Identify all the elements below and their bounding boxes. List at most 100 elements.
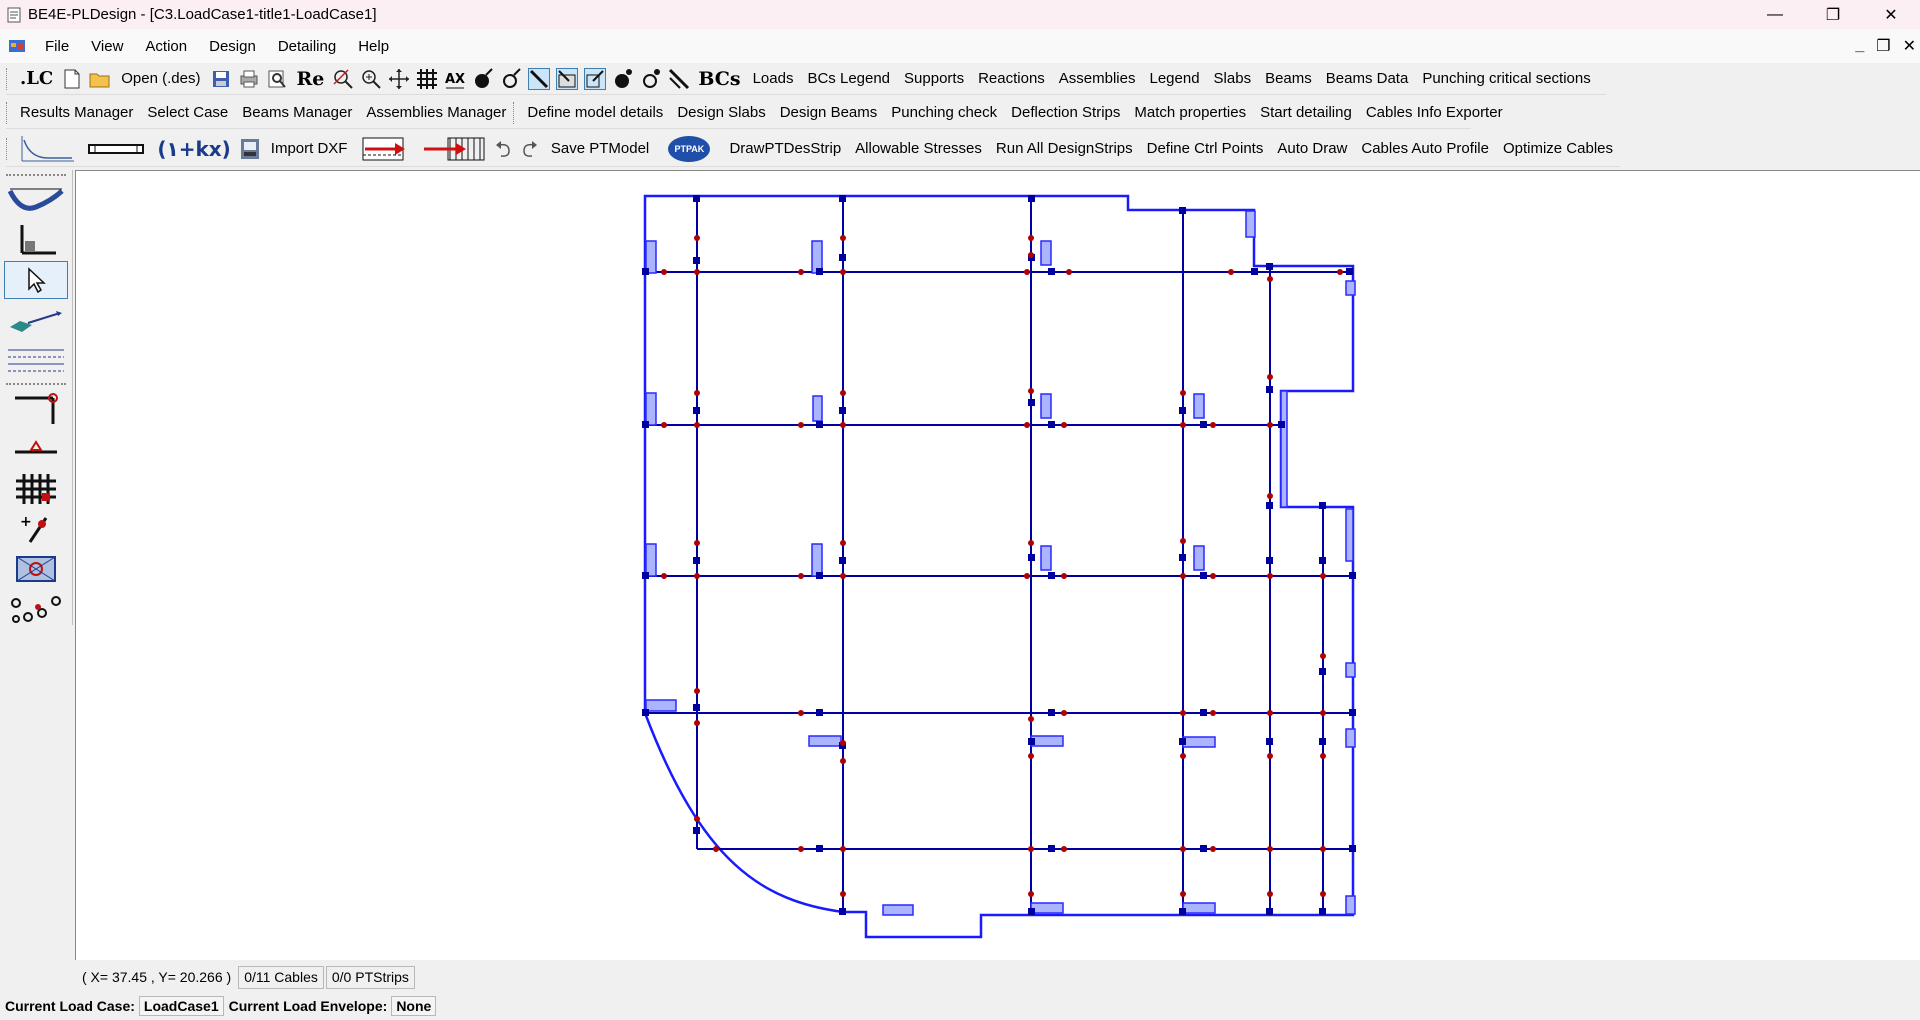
column-node-icon[interactable] xyxy=(612,68,634,90)
toolbar-grip[interactable] xyxy=(6,67,9,90)
bcs-button[interactable]: BCs xyxy=(693,68,745,90)
box-marker-icon[interactable] xyxy=(4,550,68,588)
formula-button[interactable]: (١+kx) xyxy=(152,137,235,161)
draw-wall-icon[interactable] xyxy=(668,68,690,90)
slab-beam-icon[interactable] xyxy=(4,301,68,339)
tendon-grid-icon[interactable] xyxy=(422,137,486,160)
nodes-icon[interactable] xyxy=(4,590,68,628)
strip-lines-icon[interactable] xyxy=(4,341,68,379)
re-button[interactable]: Re xyxy=(291,68,329,90)
zoom-extent-icon[interactable] xyxy=(332,68,354,90)
define-ctrl-points-button[interactable]: Define Ctrl Points xyxy=(1140,140,1271,157)
supports-button[interactable]: Supports xyxy=(897,70,971,87)
status-bar: ( X= 37.45 , Y= 20.266 ) 0/11 Cables 0/0… xyxy=(0,962,1920,992)
node-ring-icon[interactable] xyxy=(500,67,522,90)
mdi-restore-button[interactable]: ❐ xyxy=(1876,36,1890,56)
ptpak-button[interactable]: PTPAK xyxy=(666,135,712,162)
menu-help[interactable]: Help xyxy=(347,38,400,55)
drawing-canvas[interactable] xyxy=(75,170,1920,960)
cables-info-exporter-button[interactable]: Cables Info Exporter xyxy=(1359,104,1510,121)
assemblies-button[interactable]: Assemblies xyxy=(1052,70,1143,87)
draw-opening-icon[interactable] xyxy=(584,67,607,90)
save-ptmodel-button[interactable]: Save PTModel xyxy=(544,140,656,157)
cables-auto-profile-button[interactable]: Cables Auto Profile xyxy=(1354,140,1496,157)
column-support-icon[interactable] xyxy=(4,390,68,428)
mdi-minimize-button[interactable]: _ xyxy=(1855,37,1864,55)
legend-button[interactable]: Legend xyxy=(1142,70,1206,87)
restore-button[interactable]: ❐ xyxy=(1804,0,1862,29)
strip-bar-icon[interactable] xyxy=(82,138,149,160)
run-all-design-strips-button[interactable]: Run All DesignStrips xyxy=(989,140,1140,157)
redo-icon[interactable] xyxy=(520,138,541,160)
allowable-stresses-button[interactable]: Allowable Stresses xyxy=(848,140,989,157)
optimize-cables-button[interactable]: Optimize Cables xyxy=(1496,140,1620,157)
match-properties-button[interactable]: Match properties xyxy=(1127,104,1253,121)
loads-button[interactable]: Loads xyxy=(746,70,801,87)
zoom-in-icon[interactable] xyxy=(360,68,382,90)
menu-detailing[interactable]: Detailing xyxy=(267,38,347,55)
import-dxf-icon[interactable] xyxy=(239,138,261,160)
open-folder-icon[interactable] xyxy=(89,68,111,90)
load-case-value[interactable]: LoadCase1 xyxy=(138,996,224,1016)
lc-button[interactable]: .LC xyxy=(15,68,58,89)
beams-data-button[interactable]: Beams Data xyxy=(1319,70,1416,87)
beams-button[interactable]: Beams xyxy=(1258,70,1319,87)
axis-labels-icon[interactable]: AX xyxy=(444,68,466,90)
new-file-icon[interactable] xyxy=(61,68,83,90)
node-drop-icon[interactable] xyxy=(472,67,494,90)
start-detailing-button[interactable]: Start detailing xyxy=(1253,104,1359,121)
svg-text:+: + xyxy=(20,514,32,530)
define-model-details-button[interactable]: Define model details xyxy=(520,104,670,121)
draw-slab-icon[interactable] xyxy=(556,67,579,90)
bcs-legend-button[interactable]: BCs Legend xyxy=(800,70,897,87)
menu-view[interactable]: View xyxy=(80,38,134,55)
toolbar-grip[interactable] xyxy=(513,101,515,124)
pointer-icon[interactable] xyxy=(4,261,68,299)
draw-pt-des-strip-button[interactable]: DrawPTDesStrip xyxy=(722,140,848,157)
import-dxf-button[interactable]: Import DXF xyxy=(264,140,355,157)
design-beams-button[interactable]: Design Beams xyxy=(773,104,885,121)
toolbar-grip[interactable] xyxy=(6,137,9,160)
deflection-strips-button[interactable]: Deflection Strips xyxy=(1004,104,1127,121)
print-icon[interactable] xyxy=(238,68,260,90)
undo-icon[interactable] xyxy=(492,138,513,160)
axis-corner-icon[interactable] xyxy=(4,221,68,259)
auto-draw-button[interactable]: Auto Draw xyxy=(1270,140,1354,157)
open-des-button[interactable]: Open (.des) xyxy=(114,70,207,87)
tendon-arrow-icon[interactable] xyxy=(357,137,409,160)
add-point-icon[interactable]: + xyxy=(4,510,68,548)
cable-profile-icon[interactable] xyxy=(4,181,68,219)
draw-beam-icon[interactable] xyxy=(528,67,551,90)
mdi-close-button[interactable]: ✕ xyxy=(1903,36,1916,56)
grid-icon[interactable] xyxy=(416,68,438,90)
document-menu-icon[interactable] xyxy=(8,37,26,55)
results-manager-button[interactable]: Results Manager xyxy=(13,104,140,121)
menu-design[interactable]: Design xyxy=(198,38,267,55)
cable-curve-icon[interactable] xyxy=(18,135,76,161)
cursor-coordinates: ( X= 37.45 , Y= 20.266 ) xyxy=(82,969,232,985)
assemblies-manager-button[interactable]: Assemblies Manager xyxy=(359,104,513,121)
slabs-button[interactable]: Slabs xyxy=(1207,70,1259,87)
minimize-button[interactable]: — xyxy=(1746,0,1804,29)
menu-action[interactable]: Action xyxy=(134,38,198,55)
beams-manager-button[interactable]: Beams Manager xyxy=(235,104,359,121)
punching-check-button[interactable]: Punching check xyxy=(884,104,1004,121)
print-preview-icon[interactable] xyxy=(266,68,288,90)
design-slabs-button[interactable]: Design Slabs xyxy=(670,104,772,121)
reactions-button[interactable]: Reactions xyxy=(971,70,1052,87)
menu-file[interactable]: File xyxy=(34,38,80,55)
column-ring-icon[interactable] xyxy=(640,68,662,90)
select-case-button[interactable]: Select Case xyxy=(140,104,235,121)
load-point-icon[interactable] xyxy=(4,430,68,468)
toolbar-grip[interactable] xyxy=(6,101,7,124)
model-drawing[interactable] xyxy=(76,171,1920,961)
load-envelope-value[interactable]: None xyxy=(391,996,437,1016)
title-bar: BE4E-PLDesign - [C3.LoadCase1-title1-Loa… xyxy=(0,0,1920,29)
punching-critical-sections-button[interactable]: Punching critical sections xyxy=(1415,70,1597,87)
pan-icon[interactable] xyxy=(388,68,410,90)
mesh-grid-icon[interactable] xyxy=(4,470,68,508)
columns xyxy=(645,210,1356,916)
menu-bar: File View Action Design Detailing Help xyxy=(0,29,1920,63)
close-button[interactable]: ✕ xyxy=(1862,0,1920,29)
save-icon[interactable] xyxy=(210,68,232,90)
